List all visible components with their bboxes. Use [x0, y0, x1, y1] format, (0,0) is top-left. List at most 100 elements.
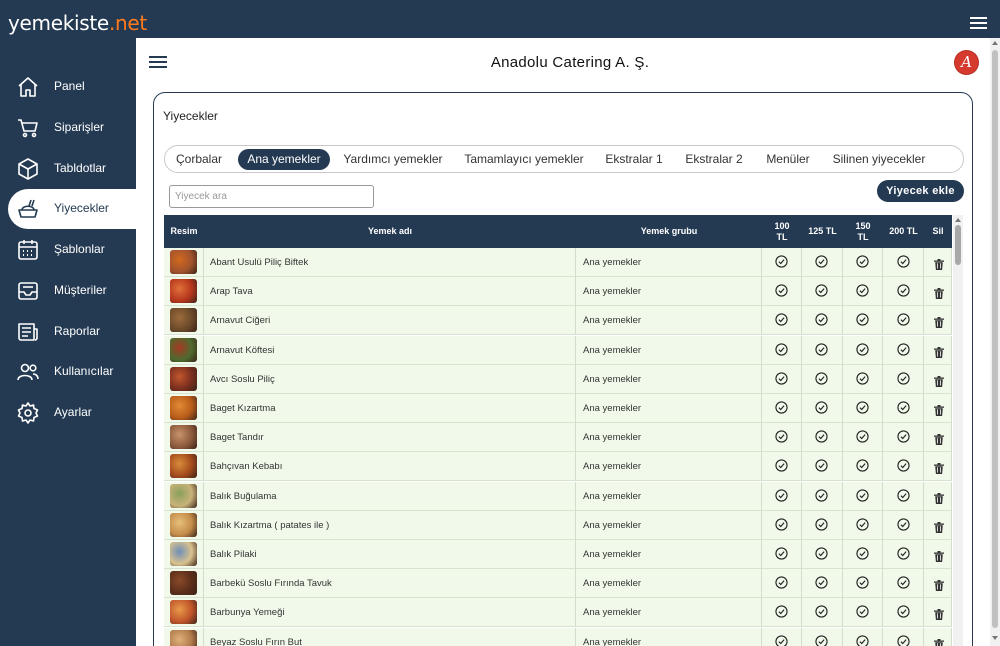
- price-check-icon[interactable]: [815, 401, 828, 414]
- food-thumbnail[interactable]: [170, 308, 197, 333]
- food-thumbnail[interactable]: [170, 425, 197, 450]
- price-check-icon[interactable]: [897, 459, 910, 473]
- price-check-icon[interactable]: [815, 313, 828, 327]
- food-thumbnail[interactable]: [170, 366, 197, 391]
- sidebar-item-panel[interactable]: Panel: [0, 67, 136, 107]
- price-check-icon[interactable]: [815, 518, 828, 531]
- table-row[interactable]: Abant Usulü Piliç Biftek Ana yemekler: [164, 248, 952, 277]
- table-row[interactable]: Barbekü Soslu Fırında Tavuk Ana yemekler: [164, 569, 952, 599]
- trash-icon[interactable]: [934, 403, 944, 416]
- price-check-icon[interactable]: [897, 518, 910, 531]
- price-check-icon[interactable]: [856, 518, 869, 531]
- table-row[interactable]: Arnavut Köftesi Ana yemekler: [164, 335, 952, 365]
- price-check-icon[interactable]: [775, 401, 788, 414]
- col-125[interactable]: 125 TL: [802, 215, 843, 248]
- price-check-icon[interactable]: [897, 605, 910, 619]
- trash-icon[interactable]: [934, 491, 944, 504]
- price-check-icon[interactable]: [815, 372, 828, 385]
- table-row[interactable]: Baget Kızartma Ana yemekler: [164, 394, 952, 423]
- price-check-icon[interactable]: [775, 284, 788, 297]
- price-check-icon[interactable]: [856, 488, 869, 502]
- price-check-icon[interactable]: [775, 255, 788, 268]
- trash-icon[interactable]: [934, 637, 944, 646]
- col-name[interactable]: Yemek adı: [204, 215, 576, 248]
- table-row[interactable]: Beyaz Soslu Fırın But Ana yemekler: [164, 627, 952, 646]
- price-check-icon[interactable]: [897, 255, 910, 268]
- price-check-icon[interactable]: [775, 488, 788, 502]
- food-thumbnail[interactable]: [170, 512, 197, 537]
- col-image[interactable]: Resim: [164, 215, 204, 248]
- trash-icon[interactable]: [934, 315, 944, 329]
- price-check-icon[interactable]: [856, 605, 869, 619]
- tab-corbalar[interactable]: Çorbalar: [168, 149, 230, 170]
- tab-yardimci-yemekler[interactable]: Yardımcı yemekler: [339, 149, 447, 170]
- tab-silinen-yiyecekler[interactable]: Silinen yiyecekler: [828, 149, 930, 170]
- table-row[interactable]: Balık Kızartma ( patates ile ) Ana yemekl…: [164, 510, 952, 540]
- col-200[interactable]: 200 TL: [883, 215, 924, 248]
- add-food-button[interactable]: Yiyecek ekle: [877, 180, 964, 202]
- price-check-icon[interactable]: [775, 518, 788, 531]
- food-thumbnail[interactable]: [170, 571, 197, 596]
- price-check-icon[interactable]: [856, 342, 869, 356]
- price-check-icon[interactable]: [815, 255, 828, 268]
- price-check-icon[interactable]: [856, 547, 869, 560]
- trash-icon[interactable]: [934, 549, 944, 562]
- price-check-icon[interactable]: [815, 634, 828, 646]
- food-thumbnail[interactable]: [170, 250, 197, 274]
- table-row[interactable]: Balık Buğulama Ana yemekler: [164, 481, 952, 511]
- price-check-icon[interactable]: [775, 372, 788, 385]
- trash-icon[interactable]: [934, 374, 944, 387]
- price-check-icon[interactable]: [856, 372, 869, 385]
- food-thumbnail[interactable]: [170, 483, 197, 508]
- trash-icon[interactable]: [934, 432, 944, 446]
- price-check-icon[interactable]: [856, 576, 869, 589]
- price-check-icon[interactable]: [897, 576, 910, 589]
- sidebar-item-tabldot[interactable]: Tabldotlar: [0, 149, 136, 189]
- trash-icon[interactable]: [934, 286, 944, 300]
- table-row[interactable]: Avcı Soslu Piliç Ana yemekler: [164, 364, 952, 394]
- price-check-icon[interactable]: [815, 284, 828, 297]
- price-check-icon[interactable]: [815, 430, 828, 443]
- price-check-icon[interactable]: [775, 342, 788, 356]
- col-100[interactable]: 100 TL: [762, 215, 802, 248]
- price-check-icon[interactable]: [897, 401, 910, 414]
- food-thumbnail[interactable]: [170, 396, 197, 420]
- price-check-icon[interactable]: [897, 547, 910, 560]
- food-thumbnail[interactable]: [170, 542, 197, 566]
- sidebar-item-customers[interactable]: Müşteriler: [0, 271, 136, 311]
- trash-icon[interactable]: [934, 607, 944, 621]
- price-check-icon[interactable]: [897, 313, 910, 327]
- avatar[interactable]: A: [955, 51, 978, 74]
- top-menu-icon[interactable]: [970, 17, 987, 30]
- price-check-icon[interactable]: [856, 634, 869, 646]
- price-check-icon[interactable]: [775, 547, 788, 560]
- table-row[interactable]: Arap Tava Ana yemekler: [164, 277, 952, 307]
- price-check-icon[interactable]: [775, 605, 788, 619]
- price-check-icon[interactable]: [856, 401, 869, 414]
- price-check-icon[interactable]: [856, 459, 869, 473]
- col-group[interactable]: Yemek grubu: [576, 215, 762, 248]
- price-check-icon[interactable]: [775, 430, 788, 443]
- price-check-icon[interactable]: [775, 634, 788, 646]
- price-check-icon[interactable]: [815, 605, 828, 619]
- price-check-icon[interactable]: [897, 372, 910, 385]
- table-row[interactable]: Bahçıvan Kebabı Ana yemekler: [164, 452, 952, 482]
- price-check-icon[interactable]: [897, 430, 910, 443]
- sidebar-item-orders[interactable]: Siparişler: [0, 108, 136, 148]
- food-thumbnail[interactable]: [170, 600, 197, 625]
- sidebar-item-settings[interactable]: Ayarlar: [0, 393, 136, 433]
- price-check-icon[interactable]: [856, 430, 869, 443]
- table-row[interactable]: Barbunya Yemeği Ana yemekler: [164, 598, 952, 628]
- trash-icon[interactable]: [934, 257, 944, 270]
- trash-icon[interactable]: [934, 520, 944, 533]
- sidebar-item-foods[interactable]: Yiyecekler: [8, 189, 136, 229]
- price-check-icon[interactable]: [856, 313, 869, 327]
- price-check-icon[interactable]: [775, 576, 788, 589]
- price-check-icon[interactable]: [897, 284, 910, 297]
- price-check-icon[interactable]: [897, 488, 910, 502]
- food-thumbnail[interactable]: [170, 454, 197, 479]
- price-check-icon[interactable]: [897, 342, 910, 356]
- price-check-icon[interactable]: [897, 634, 910, 646]
- tab-ana-yemekler[interactable]: Ana yemekler: [238, 149, 330, 170]
- price-check-icon[interactable]: [775, 459, 788, 473]
